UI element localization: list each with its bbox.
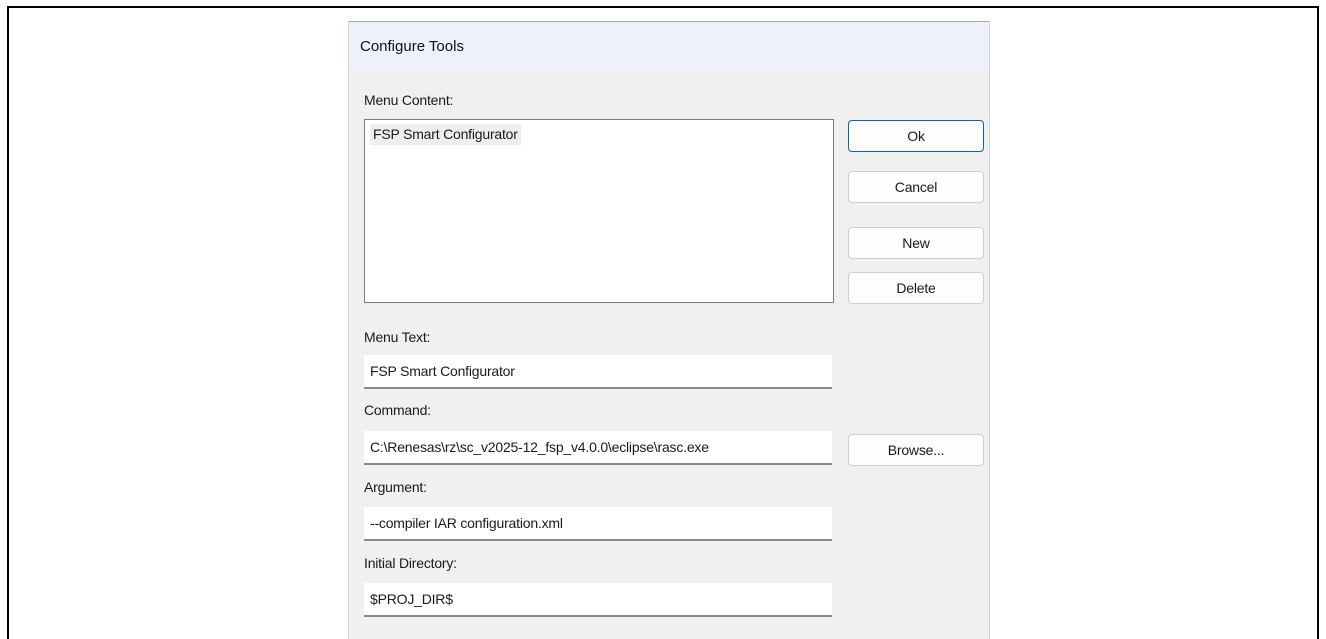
ok-button[interactable]: Ok xyxy=(848,120,984,152)
menu-content-list[interactable]: FSP Smart Configurator xyxy=(364,119,834,303)
menu-content-label: Menu Content: xyxy=(364,92,454,108)
browse-button[interactable]: Browse... xyxy=(848,434,984,466)
initial-directory-field[interactable] xyxy=(364,583,832,617)
new-button[interactable]: New xyxy=(848,227,984,259)
configure-tools-dialog: Configure Tools Menu Content: FSP Smart … xyxy=(348,21,990,639)
command-field[interactable] xyxy=(364,431,832,465)
delete-button[interactable]: Delete xyxy=(848,272,984,304)
title-bar: Configure Tools xyxy=(349,21,989,71)
menu-text-field[interactable] xyxy=(364,355,832,389)
initial-directory-label: Initial Directory: xyxy=(364,555,457,571)
argument-label: Argument: xyxy=(364,479,427,495)
dialog-title: Configure Tools xyxy=(360,38,464,55)
argument-field[interactable] xyxy=(364,507,832,541)
list-item[interactable]: FSP Smart Configurator xyxy=(370,124,521,145)
menu-text-label: Menu Text: xyxy=(364,329,431,345)
command-label: Command: xyxy=(364,402,431,418)
cancel-button[interactable]: Cancel xyxy=(848,171,984,203)
